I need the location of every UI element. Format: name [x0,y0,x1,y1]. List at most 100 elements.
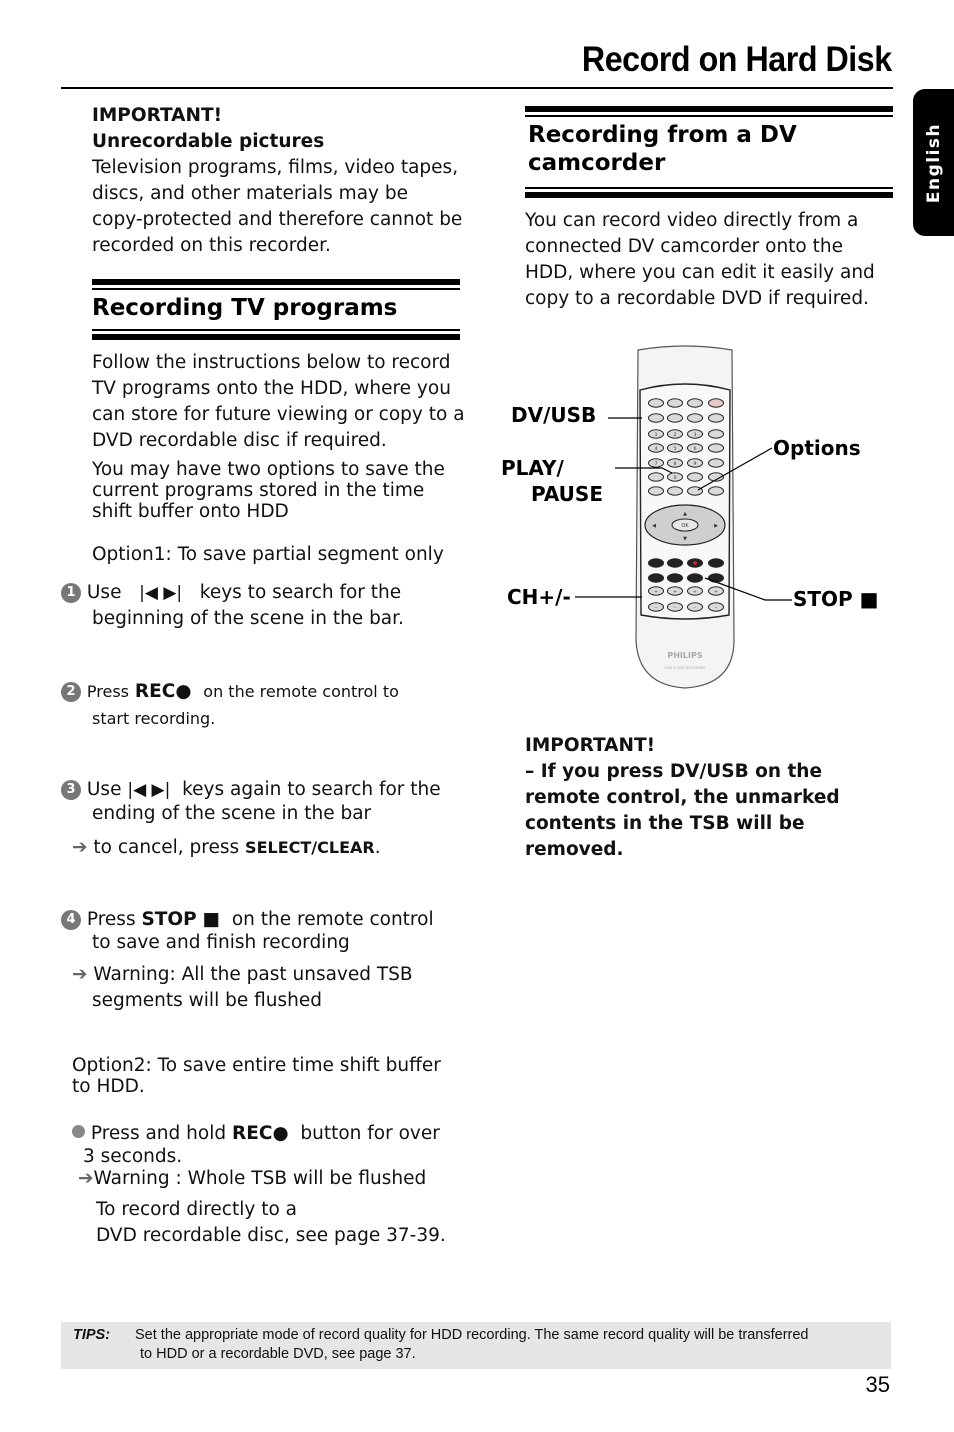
text-line: copy to a recordable DVD if required. [525,288,869,309]
step-1: 1 Use |◀ ▶| keys to search for the [61,580,401,606]
intro-paragraph: Follow the instructions below to record … [92,350,465,454]
step-text: Use [86,582,122,603]
section-title-dv: Recording from a DV camcorder [528,120,797,178]
number-key-label: 6 [694,446,697,452]
remote-control-illustration: 1 2 34 5 67 8 90+–+–+–+– OK ▲ ▼ ◀ ▶ PHILIPS HD… [575,345,792,689]
text-line: contents in the TSB will be [525,813,805,834]
select-clear-key: SELECT/CLEAR [245,838,375,857]
remote-button [687,472,703,482]
text-line: recorded on this recorder. [92,235,331,256]
bullet-text: button for over [300,1123,440,1144]
number-key-label: 5 [674,446,677,452]
title-line: Recording from a DV [528,122,797,148]
section-rule-top-thick [92,279,460,285]
number-key-label: 3 [694,432,697,438]
step-text: Press [86,682,129,701]
tips-box: TIPS: Set the appropriate mode of record … [61,1322,891,1369]
important-body: Television programs, films, video tapes,… [92,155,462,259]
remote-button [648,486,664,496]
callout-ch: CH+/- [507,585,571,609]
arrow-right-icon: ➔ [78,1168,94,1189]
tips-text-line2: to HDD or a recordable DVD, see page 37. [140,1346,416,1362]
text-line: You can record video directly from a [525,210,859,231]
number-key-label: 7 [655,461,658,467]
language-tab: English [913,89,954,236]
callout-play-pause-1: PLAY/ [501,456,564,480]
remote-brand: PHILIPS [667,651,702,660]
transport-button [687,573,703,583]
remote-button [648,472,664,482]
text-line: HDD, where you can edit it easily and [525,262,875,283]
section-rule-bottom-thin [92,329,460,331]
text-line: Follow the instructions below to record [92,352,451,373]
text-line: current programs stored in the time [92,480,425,501]
page-number: 35 [865,1372,890,1397]
callout-stop: STOP ■ [793,587,879,611]
record-dot-icon: ● [272,1123,289,1144]
left-arrow-icon: ◀ [652,523,656,529]
transport-button [708,573,724,583]
down-arrow-icon: ▼ [683,536,687,542]
dv-important: IMPORTANT! – If you press DV/USB on the … [525,733,840,863]
important-subtitle: Unrecordable pictures [92,131,325,152]
important-label: IMPORTANT! [525,735,656,756]
prev-next-icon: |◀ ▶| [139,583,183,603]
arrow-right-icon: ➔ [72,964,88,985]
option1-heading: Option1: To save partial segment only [92,544,444,565]
section-rule-top-thin [92,288,460,290]
text-line: Television programs, films, video tapes, [92,157,459,178]
step-2-line2: start recording. [92,709,216,728]
note-text: Warning: All the past unsaved TSB [93,964,413,985]
remote-button [708,413,724,423]
callout-dv-usb: DV/USB [511,403,597,427]
text-line: TV programs onto the HDD, where you [92,378,451,399]
prev-next-icon: |◀ ▶| [127,780,171,800]
transport-button [648,573,664,583]
text-line: – If you press DV/USB on the [525,761,823,782]
text-line: to HDD. [72,1076,145,1097]
remote-button [648,413,664,423]
rec-key-label: REC [134,681,176,702]
step-number-icon: 3 [61,780,81,800]
step-3: 3 Use |◀ ▶| keys again to search for the [61,777,441,803]
important-label: IMPORTANT! [92,105,223,126]
page-title: Record on Hard Disk [582,40,892,79]
step-4-note: ➔ Warning: All the past unsaved TSB [72,962,413,988]
bullet-text: Press and hold [90,1123,227,1144]
option2-reference: To record directly to a DVD recordable d… [96,1197,446,1249]
remote-ok-label: OK [681,523,689,529]
callout-options: Options [773,436,861,460]
dv-rule-top-thin [525,115,893,117]
dv-rule-bottom-thin [525,187,893,189]
remote-button [648,398,664,408]
step-text: keys again to search for the [182,779,441,800]
number-key-label: 2 [674,432,677,438]
step-text: on the remote control to [203,682,399,701]
step-3-note: ➔ to cancel, press SELECT/CLEAR. [72,835,381,861]
text-line: DVD recordable disc, see page 37-39. [96,1225,446,1246]
step-text: on the remote control [231,909,434,930]
option2-warning: ➔Warning : Whole TSB will be flushed [78,1168,426,1189]
remote-button [708,443,724,453]
number-key-label: 1 [655,432,658,438]
right-arrow-icon: ▶ [714,523,718,529]
text-line: You may have two options to save the [92,459,445,480]
options-paragraph: You may have two options to save the cur… [92,459,445,522]
transport-button [648,558,664,568]
step-number-icon: 2 [61,682,81,702]
step-4: 4 Press STOP ■ on the remote control [61,907,434,933]
tips-label: TIPS: [73,1327,111,1343]
transport-button [667,558,683,568]
remote-button [667,486,683,496]
title-rule [61,87,893,89]
text-line: To record directly to a [96,1199,297,1220]
section-rule-bottom-thick [92,334,460,340]
step-4-line2: to save and finish recording [92,932,350,953]
text-line: discs, and other materials may be [92,183,408,204]
plus-button-label: + [714,589,718,595]
remote-model: HDD & DVD RECORDER [664,666,706,670]
text-line: connected DV camcorder onto the [525,236,843,257]
remote-button [667,413,683,423]
stop-key-label: STOP [141,909,197,930]
language-tab-label: English [923,122,944,203]
